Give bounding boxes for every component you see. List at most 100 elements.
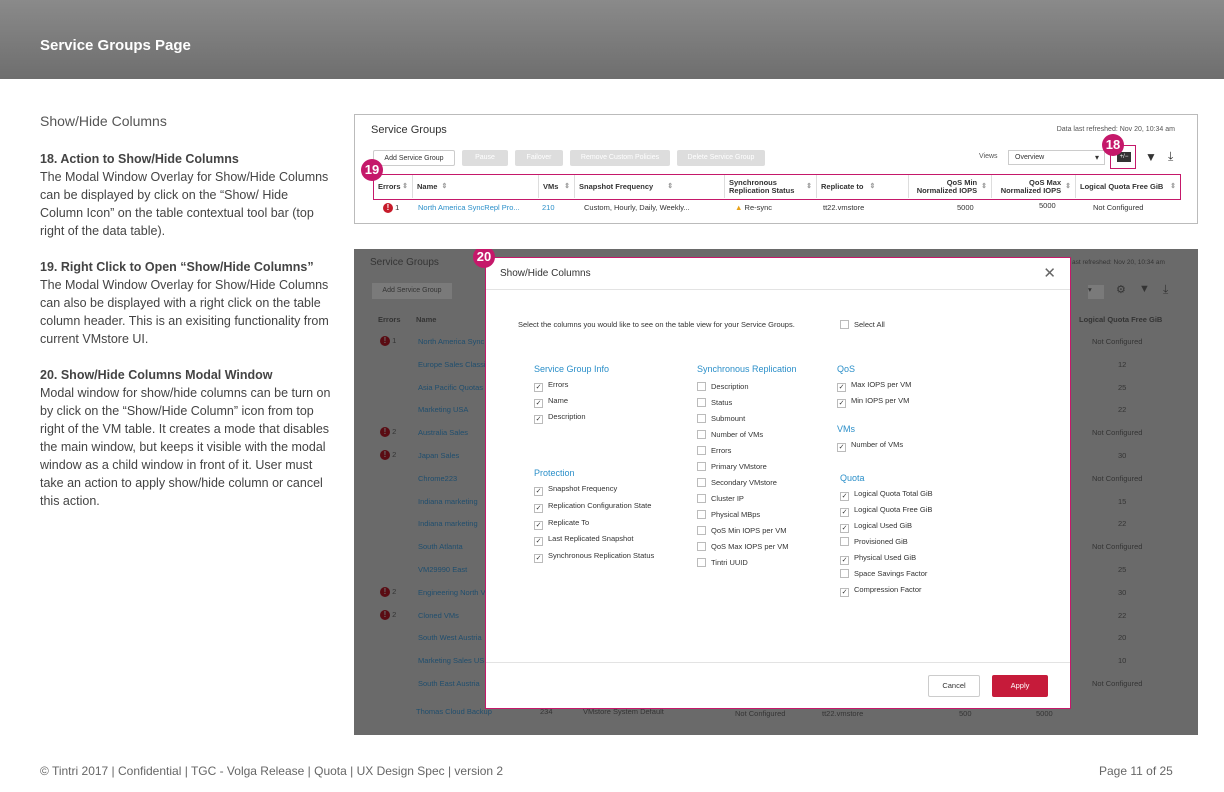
checkbox-label: Errors <box>548 380 569 389</box>
row-vms-link[interactable]: 210 <box>542 203 555 212</box>
col-sync-status[interactable]: Synchronous Replication Status ⇕ <box>725 175 817 198</box>
filter-icon[interactable]: ▼ <box>1145 150 1157 164</box>
col-vms[interactable]: VMs ⇕ <box>539 175 575 198</box>
bg-row-name: South West Austria <box>418 633 482 643</box>
column-checkbox[interactable]: Space Savings Factor <box>840 569 927 578</box>
col-label: Name <box>417 181 438 191</box>
col-qos-max[interactable]: QoS Max Normalized IOPS ⇕ <box>992 175 1076 198</box>
bg-error-icon: ! 2 <box>380 609 396 620</box>
column-checkbox[interactable]: ✓ Errors <box>534 380 568 392</box>
col-snapshot[interactable]: Snapshot Frequency ⇕ <box>575 175 725 198</box>
close-icon[interactable]: ✕ <box>1043 264 1056 282</box>
checkbox-label: Description <box>548 412 586 421</box>
check-icon: ✓ <box>534 487 543 496</box>
group-title: Service Group Info <box>534 364 610 374</box>
row-name-link[interactable]: North America SyncRepl Pro... <box>418 203 520 212</box>
apply-button[interactable]: Apply <box>992 675 1048 697</box>
bg-download-icon: ⤓ <box>1163 282 1169 296</box>
column-checkbox[interactable]: ✓ Max IOPS per VM <box>837 380 911 392</box>
error-icon: ! <box>383 203 393 213</box>
column-checkbox[interactable]: QoS Min IOPS per VM <box>697 526 786 535</box>
checkbox-box <box>697 414 706 423</box>
column-checkbox[interactable]: Primary VMstore <box>697 462 767 471</box>
column-checkbox[interactable]: ✓ Synchronous Replication Status <box>534 551 654 564</box>
bg-error-icon: ! 2 <box>380 427 396 438</box>
modal-intro: Select the columns you would like to see… <box>518 320 795 329</box>
column-checkbox[interactable]: ✓ Description <box>534 412 586 424</box>
column-checkbox[interactable]: ✓ Logical Used GiB <box>840 521 912 533</box>
column-checkbox[interactable]: Cluster IP <box>697 494 744 503</box>
checkbox-box <box>697 398 706 407</box>
checkbox-box <box>697 494 706 503</box>
checkbox-label: Space Savings Factor <box>854 569 928 578</box>
col-name[interactable]: Name ⇕ <box>413 175 539 198</box>
column-checkbox[interactable]: ✓ Replicate To <box>534 518 589 530</box>
col-qos-min[interactable]: QoS Min Normalized IOPS ⇕ <box>909 175 992 198</box>
remove-custom-policies-button[interactable]: Remove Custom Policies <box>570 150 670 166</box>
note-body: The Modal Window Overlay for Show/Hide C… <box>40 170 329 238</box>
cancel-button[interactable]: Cancel <box>928 675 980 697</box>
service-groups-table-preview: Service Groups Data last refreshed: Nov … <box>354 114 1198 224</box>
views-select[interactable]: Overview <box>1008 150 1105 165</box>
column-checkbox[interactable]: Physical MBps <box>697 510 760 519</box>
download-icon[interactable]: ⤓ <box>1168 149 1173 164</box>
column-checkbox[interactable]: ✓ Last Replicated Snapshot <box>534 534 634 547</box>
column-checkbox[interactable]: ✓ Physical Used GiB <box>840 553 916 565</box>
modal-title: Show/Hide Columns <box>500 268 591 279</box>
delete-service-group-button[interactable]: Delete Service Group <box>677 150 765 166</box>
failover-button[interactable]: Failover <box>515 150 563 166</box>
row-replicate: tt22.vmstore <box>823 203 865 212</box>
bg-col-quota: Logical Quota Free GiB <box>1079 315 1163 324</box>
bg-last-qmin: 500 <box>959 709 972 718</box>
bg-row-quota: Not Configured <box>1092 428 1143 438</box>
bg-col-errors: Errors <box>378 315 401 324</box>
bg-row-name: South East Austria <box>418 679 480 688</box>
checkbox-label: Cluster IP <box>711 494 744 503</box>
checkbox-label: Replication Configuration State <box>548 500 652 510</box>
table-header-row[interactable]: Errors ⇕ Name ⇕ VMs ⇕ Snapshot Frequency ⇕ S… <box>373 174 1181 200</box>
column-checkbox[interactable]: Secondary VMstore <box>697 478 777 487</box>
bg-error-count: 1 <box>392 336 397 345</box>
checkbox-box <box>697 542 706 551</box>
column-checkbox[interactable]: Number of VMs <box>697 430 763 439</box>
bg-row-name: Marketing USA <box>418 405 469 415</box>
bg-row-quota: 25 <box>1118 382 1127 392</box>
group-title: QoS <box>837 364 856 374</box>
col-replicate-to[interactable]: Replicate to ⇕ <box>817 175 909 198</box>
column-checkbox[interactable]: Provisioned GiB <box>840 537 908 546</box>
column-checkbox[interactable]: Status <box>697 398 732 407</box>
checkbox-label: Tintri UUID <box>711 558 748 567</box>
check-icon: ✓ <box>534 399 543 408</box>
checkbox-label: Status <box>711 398 733 407</box>
column-checkbox[interactable]: ✓ Logical Quota Total GiB <box>840 489 933 501</box>
column-checkbox[interactable]: ✓ Min IOPS per VM <box>837 396 909 408</box>
column-checkbox[interactable]: ✓ Logical Quota Free GiB <box>840 505 932 517</box>
column-checkbox[interactable]: ✓ Compression Factor <box>840 585 922 597</box>
add-service-group-button[interactable]: Add Service Group <box>373 150 455 166</box>
bg-row-name: Australia Sales <box>418 428 469 438</box>
checkbox-label: Primary VMstore <box>711 462 767 471</box>
checkbox-label: Last Replicated Snapshot <box>548 534 634 544</box>
bg-row-quota: Not Configured <box>1092 542 1143 552</box>
page-header: Service Groups Page <box>0 0 1224 79</box>
bg-refresh: ast refreshed: Nov 20, 10:34 am <box>1072 259 1165 266</box>
modal-header: Show/Hide Columns ✕ <box>486 258 1070 290</box>
group-title: Quota <box>840 473 865 483</box>
pause-button[interactable]: Pause <box>462 150 508 166</box>
checkbox-label: Min IOPS per VM <box>851 396 910 405</box>
col-quota-free[interactable]: Logical Quota Free GiB ⇕ <box>1076 175 1180 198</box>
column-checkbox[interactable]: ✓ Name <box>534 396 568 408</box>
select-all-checkbox[interactable]: Select All <box>840 320 885 329</box>
checkbox-label: Description <box>711 382 749 391</box>
column-checkbox[interactable]: ✓ Number of VMs <box>837 440 903 452</box>
column-checkbox[interactable]: QoS Max IOPS per VM <box>697 542 789 551</box>
column-checkbox[interactable]: ✓ Snapshot Frequency <box>534 484 617 496</box>
column-checkbox[interactable]: Submount <box>697 414 745 423</box>
column-checkbox[interactable]: Description <box>697 382 749 391</box>
column-checkbox[interactable]: Tintri UUID <box>697 558 748 567</box>
column-checkbox[interactable]: ✓ Replication Configuration State <box>534 501 651 513</box>
note-19: 19. Right Click to Open “Show/Hide Colum… <box>40 258 332 348</box>
col-label: QoS Max Normalized IOPS <box>1000 177 1062 195</box>
col-errors[interactable]: Errors ⇕ <box>374 175 413 198</box>
column-checkbox[interactable]: Errors <box>697 446 731 455</box>
